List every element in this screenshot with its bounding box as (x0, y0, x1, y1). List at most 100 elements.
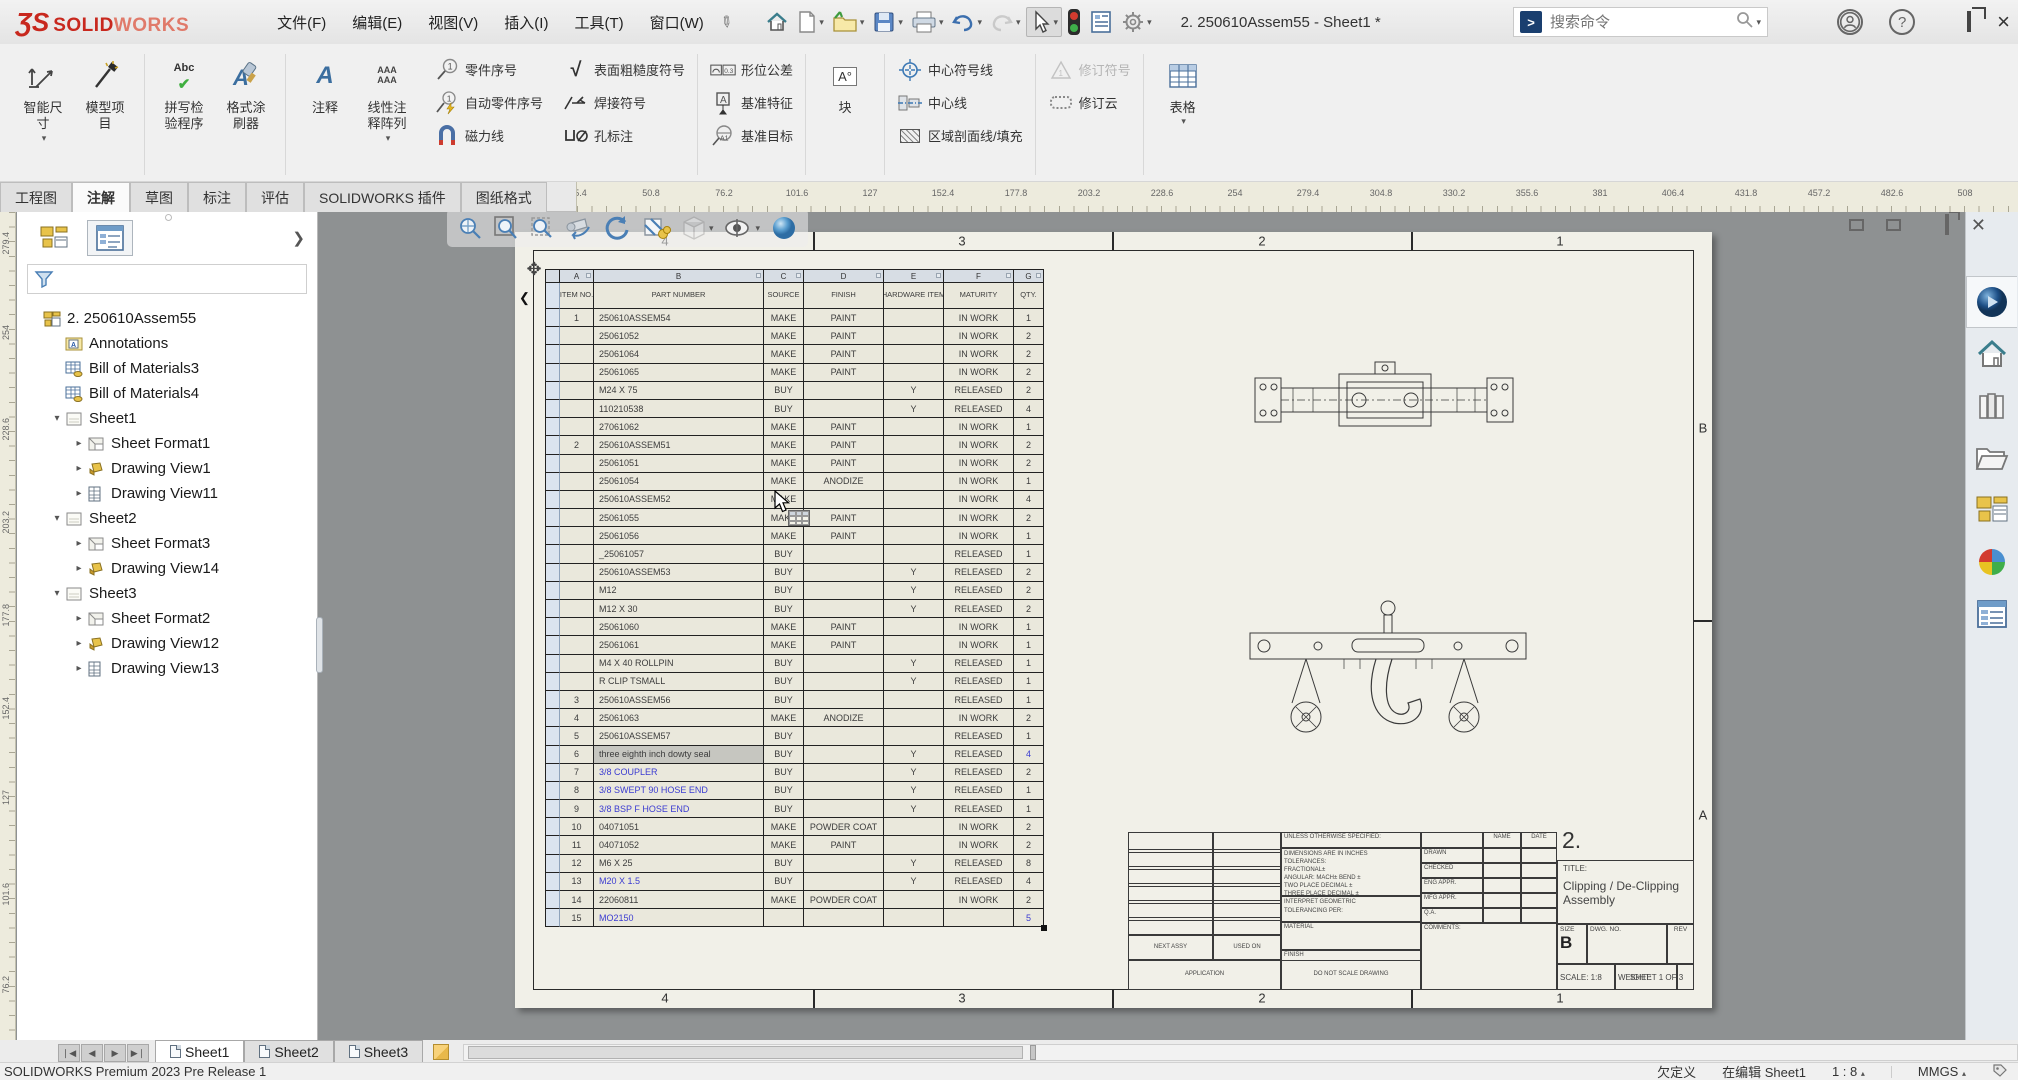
bom-cell-qty-row31[interactable]: 8 (1014, 855, 1044, 873)
bom-cell-maturity-row33[interactable]: IN WORK (944, 891, 1014, 909)
bom-cell-finish-row14[interactable] (804, 545, 884, 563)
tree-expander-icon[interactable]: ▸ (71, 638, 87, 649)
tree-expander-icon[interactable]: ▸ (71, 563, 87, 574)
bom-cell-maturity-row6[interactable]: RELEASED (944, 400, 1014, 418)
model-items-button[interactable]: 模型项 目 (74, 50, 136, 133)
bom-cell-hw-row24[interactable] (884, 727, 944, 745)
panel-resize-grip[interactable] (316, 617, 323, 673)
bom-cell-finish-row29[interactable]: POWDER COAT (804, 818, 884, 836)
bom-cell-finish-row10[interactable]: ANODIZE (804, 473, 884, 491)
bom-cell-finish-row32[interactable] (804, 873, 884, 891)
bom-cell-part-row19[interactable]: 25061061 (594, 636, 764, 654)
bom-cell-part-row7[interactable]: 27061062 (594, 418, 764, 436)
bom-cell-hw-row23[interactable] (884, 709, 944, 727)
rotate-view-icon[interactable] (603, 214, 631, 242)
display-pane-tab[interactable] (87, 220, 133, 256)
add-sheet-button[interactable] (433, 1044, 449, 1060)
bom-cell-part-row32[interactable]: M20 X 1.5 (594, 873, 764, 891)
geometric-tolerance-button[interactable]: 0.3 形位公差 (706, 54, 797, 85)
bom-cell-finish-row8[interactable]: PAINT (804, 436, 884, 454)
bom-cell-maturity-row15[interactable]: RELEASED (944, 564, 1014, 582)
bom-cell-part-row9[interactable]: 25061051 (594, 455, 764, 473)
help-button[interactable]: ? (1889, 9, 1915, 35)
bom-cell-maturity-row20[interactable]: RELEASED (944, 655, 1014, 673)
select-tool-button[interactable]: ▾ (1026, 7, 1063, 37)
bom-header[interactable]: FINISH (804, 283, 884, 309)
bom-cell-finish-row28[interactable] (804, 800, 884, 818)
bom-move-anchor-icon[interactable]: ✥ (523, 258, 545, 280)
bom-cell-finish-row11[interactable] (804, 491, 884, 509)
bom-cell-item-row26[interactable]: 7 (560, 764, 594, 782)
bom-cell-maturity-row27[interactable]: RELEASED (944, 782, 1014, 800)
bom-column-letter-G[interactable]: G (1014, 270, 1044, 283)
tree-item-drawing-view1[interactable]: ▸Drawing View1 (23, 456, 317, 481)
bom-cell-hw-row10[interactable] (884, 473, 944, 491)
bom-cell-maturity-row5[interactable]: RELEASED (944, 382, 1014, 400)
bom-cell-item-row10[interactable] (560, 473, 594, 491)
magnetic-line-button[interactable]: 磁力线 (430, 120, 547, 151)
bom-cell-source-row30[interactable]: MAKE (764, 836, 804, 854)
bom-cell-hw-row29[interactable] (884, 818, 944, 836)
bom-cell-hw-row2[interactable] (884, 327, 944, 345)
tree-item-sheet-format2[interactable]: ▸Sheet Format2 (23, 606, 317, 631)
bom-cell-hw-row19[interactable] (884, 636, 944, 654)
panel-handle-dot[interactable] (165, 214, 172, 221)
bom-cell-hw-row11[interactable] (884, 491, 944, 509)
close-button[interactable]: × (1997, 11, 2010, 33)
3d-drawing-view-icon[interactable] (641, 215, 671, 241)
bom-cell-finish-row31[interactable] (804, 855, 884, 873)
tree-expander-icon[interactable]: ▾ (49, 588, 65, 599)
tree-filter[interactable] (27, 264, 307, 294)
bom-header[interactable]: MATURITY (944, 283, 1014, 309)
menu-item[interactable]: 编辑(E) (342, 8, 412, 37)
bom-cell-qty-row25[interactable]: 4 (1014, 746, 1044, 764)
bom-cell-source-row5[interactable]: BUY (764, 382, 804, 400)
tree-expander-icon[interactable]: ▸ (71, 613, 87, 624)
bom-cell-hw-row9[interactable] (884, 455, 944, 473)
bom-cell-qty-row20[interactable]: 1 (1014, 655, 1044, 673)
bom-cell-finish-row15[interactable] (804, 564, 884, 582)
bom-cell-maturity-row30[interactable]: IN WORK (944, 836, 1014, 854)
bom-cell-item-row22[interactable]: 3 (560, 691, 594, 709)
bom-cell-maturity-row26[interactable]: RELEASED (944, 764, 1014, 782)
bom-cell-maturity-row14[interactable]: RELEASED (944, 545, 1014, 563)
bom-cell-qty-row34[interactable]: 5 (1014, 909, 1044, 927)
bom-cell-hw-row6[interactable]: Y (884, 400, 944, 418)
tree-item-sheet3[interactable]: ▾Sheet3 (23, 581, 317, 606)
bom-cell-item-row31[interactable]: 12 (560, 855, 594, 873)
doc-restore-button[interactable] (1945, 216, 1949, 234)
tree-item-sheet2[interactable]: ▾Sheet2 (23, 506, 317, 531)
horizontal-scrollbar[interactable] (463, 1044, 2018, 1061)
drawing-view-clamp[interactable] (1248, 595, 1528, 755)
linear-note-pattern-button[interactable]: AAAAAA 线性注 释阵列 ▾ (356, 50, 418, 144)
restore-button[interactable] (1967, 13, 1971, 31)
bom-cell-source-row9[interactable]: MAKE (764, 455, 804, 473)
search-input[interactable] (1548, 13, 1736, 32)
bom-cell-item-row9[interactable] (560, 455, 594, 473)
tree-expander-icon[interactable]: ▸ (71, 488, 87, 499)
dropdown-arrow-icon[interactable]: ▾ (42, 133, 47, 144)
home-tab[interactable] (1966, 328, 2017, 380)
bom-table[interactable]: ABCDEFGITEM NO.PART NUMBERSOURCEFINISHHA… (545, 269, 1044, 927)
surface-finish-button[interactable]: √ 表面粗糙度符号 (559, 54, 689, 85)
tab-标注[interactable]: 标注 (188, 182, 246, 212)
bom-cell-hw-row17[interactable]: Y (884, 600, 944, 618)
menu-item[interactable]: 插入(I) (494, 8, 558, 37)
bom-cell-source-row15[interactable]: BUY (764, 564, 804, 582)
bom-cell-maturity-row31[interactable]: RELEASED (944, 855, 1014, 873)
bom-cell-item-row14[interactable] (560, 545, 594, 563)
file-explorer-tab[interactable] (1966, 432, 2017, 484)
bom-cell-source-row13[interactable]: MAKE (764, 527, 804, 545)
user-account-icon[interactable] (1837, 9, 1863, 35)
tree-item-annotations[interactable]: AAnnotations (23, 331, 317, 356)
zoom-to-selection-icon[interactable] (529, 215, 555, 241)
bom-cell-source-row18[interactable]: MAKE (764, 618, 804, 636)
bom-cell-part-row33[interactable]: 22060811 (594, 891, 764, 909)
bom-expand-left-icon[interactable]: ❮ (519, 290, 530, 306)
file-properties-button[interactable] (1086, 8, 1116, 36)
bom-cell-qty-row30[interactable]: 2 (1014, 836, 1044, 854)
bom-cell-finish-row33[interactable]: POWDER COAT (804, 891, 884, 909)
datum-feature-button[interactable]: A 基准特征 (706, 87, 797, 118)
bom-cell-finish-row7[interactable]: PAINT (804, 418, 884, 436)
dropdown-arrow-icon[interactable]: ▾ (939, 17, 944, 28)
